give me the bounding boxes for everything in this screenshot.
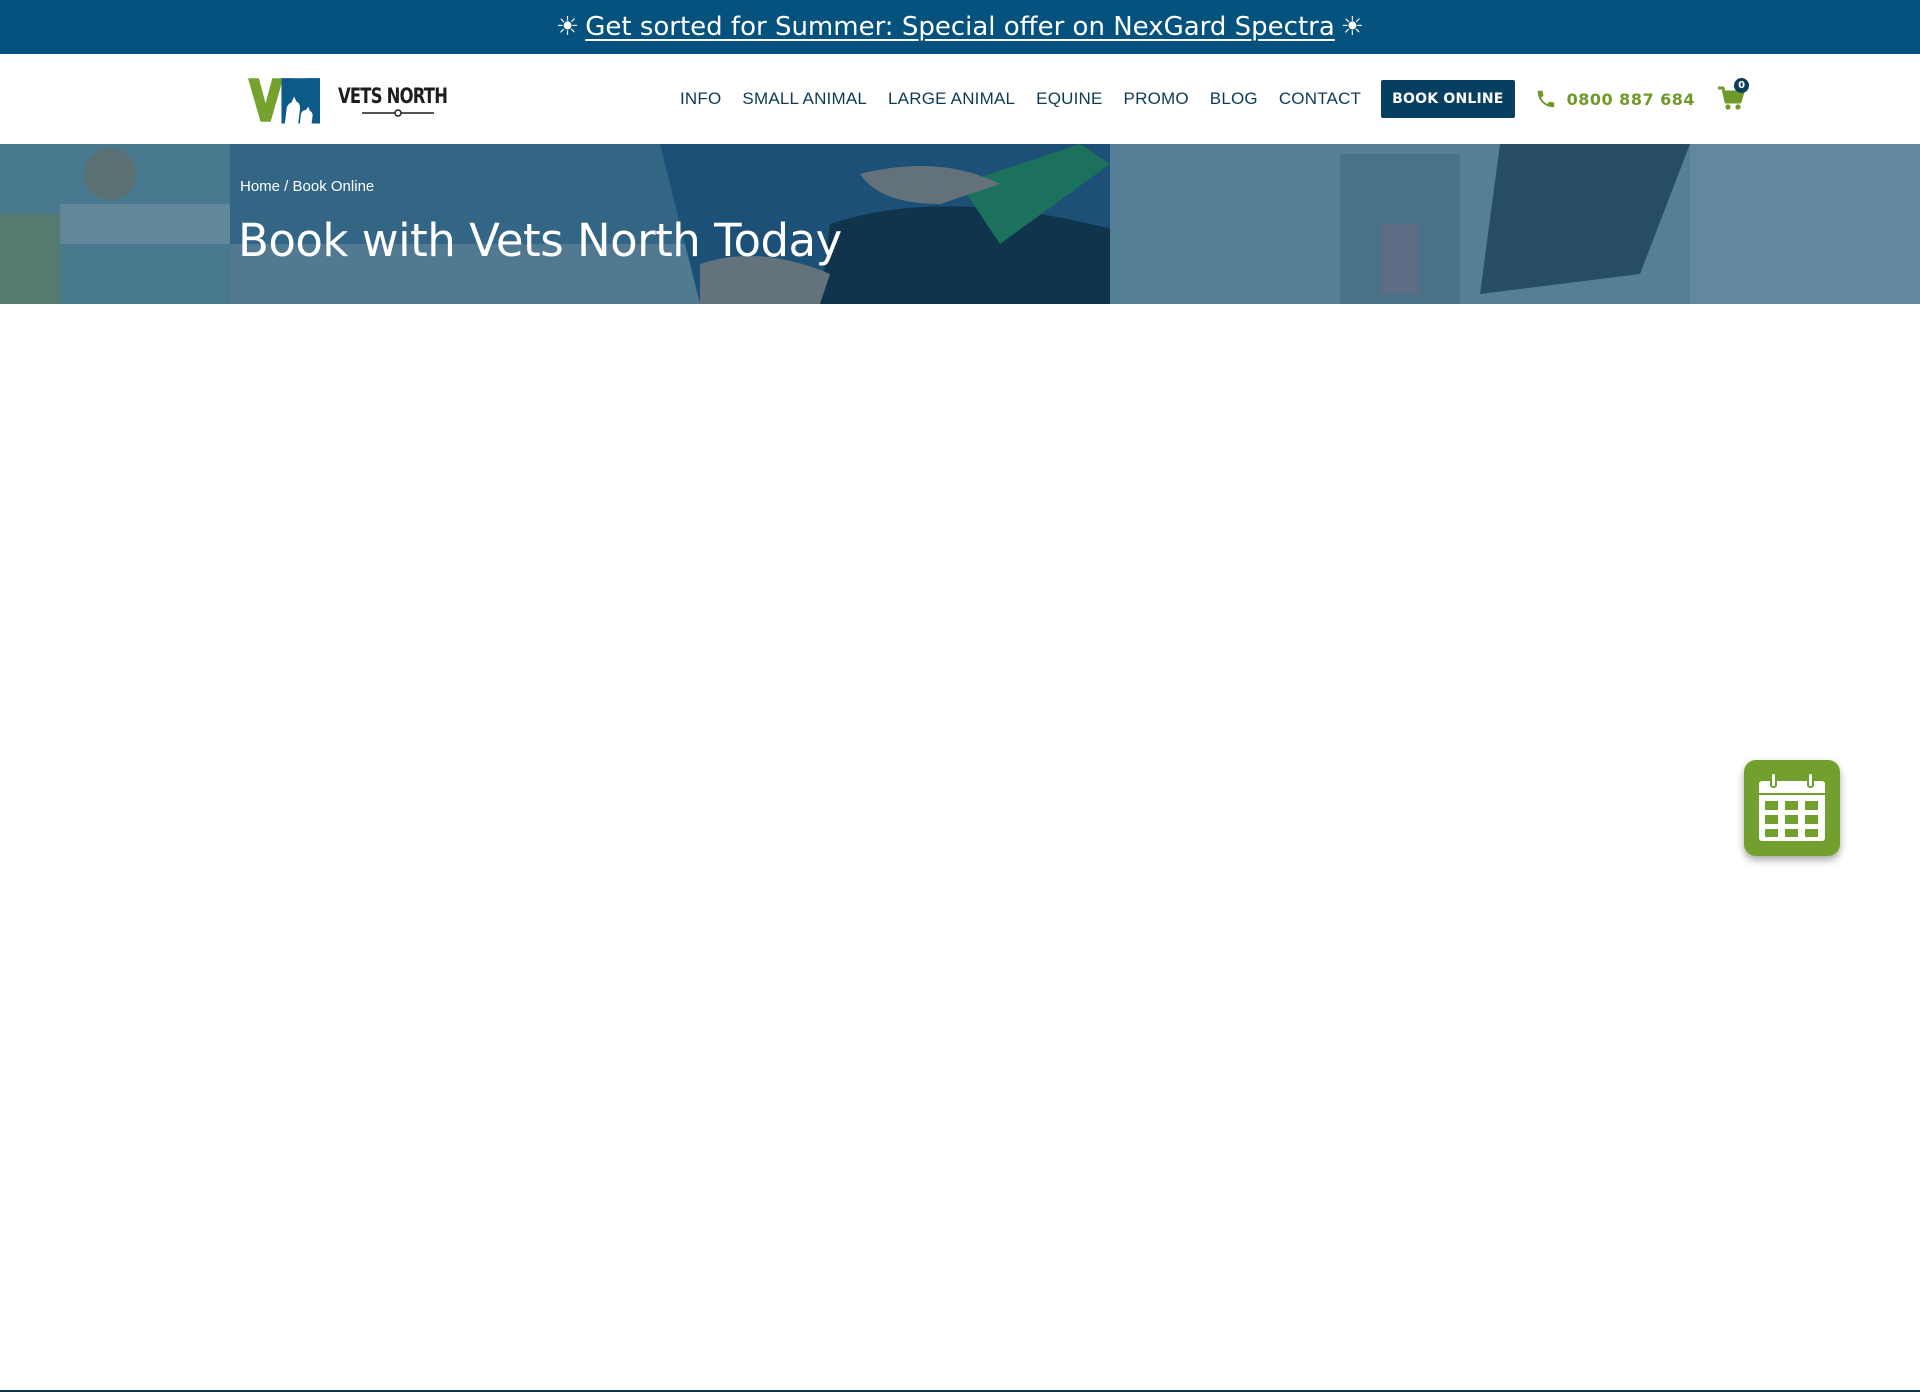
- phone-icon: [1537, 90, 1554, 108]
- logo-mark-icon: [248, 78, 320, 124]
- site-header: VETS NORTH INFO SMALL ANIMAL LARGE ANIMA…: [0, 54, 1920, 144]
- nav-item-contact[interactable]: CONTACT: [1279, 89, 1361, 109]
- nav-item-small-animal[interactable]: SMALL ANIMAL: [742, 89, 867, 109]
- logo-rule: [362, 108, 434, 117]
- nav-item-blog[interactable]: BLOG: [1210, 89, 1258, 109]
- promo-bar: ☀ Get sorted for Summer: Special offer o…: [0, 0, 1920, 54]
- nav-item-info[interactable]: INFO: [680, 89, 721, 109]
- logo[interactable]: VETS NORTH: [248, 70, 458, 130]
- logo-wordmark: VETS NORTH: [338, 84, 458, 117]
- calendar-icon: [1759, 772, 1825, 841]
- phone-link[interactable]: 0800 887 684: [1535, 88, 1695, 110]
- sun-icon: ☀: [555, 12, 580, 42]
- breadcrumb-separator: /: [280, 178, 293, 195]
- hero-banner: Home / Book Online Book with Vets North …: [0, 144, 1920, 304]
- main-nav: INFO SMALL ANIMAL LARGE ANIMAL EQUINE PR…: [680, 54, 1750, 144]
- breadcrumb-current: Book Online: [292, 178, 375, 195]
- page-title: Book with Vets North Today: [238, 214, 842, 267]
- nav-item-large-animal[interactable]: LARGE ANIMAL: [888, 89, 1015, 109]
- cart-count-badge: 0: [1734, 78, 1750, 93]
- booking-calendar-button[interactable]: [1744, 760, 1840, 856]
- breadcrumb-home[interactable]: Home: [240, 178, 280, 195]
- sun-icon: ☀: [1340, 12, 1365, 42]
- book-online-button[interactable]: BOOK ONLINE: [1381, 80, 1515, 118]
- nav-item-equine[interactable]: EQUINE: [1036, 89, 1102, 109]
- phone-number: 0800 887 684: [1566, 89, 1696, 109]
- cart-button[interactable]: 0: [1717, 78, 1750, 114]
- nav-item-promo[interactable]: PROMO: [1124, 89, 1189, 109]
- promo-link[interactable]: Get sorted for Summer: Special offer on …: [585, 12, 1335, 42]
- breadcrumb: Home / Book Online: [240, 178, 374, 195]
- logo-text: VETS NORTH: [338, 83, 448, 108]
